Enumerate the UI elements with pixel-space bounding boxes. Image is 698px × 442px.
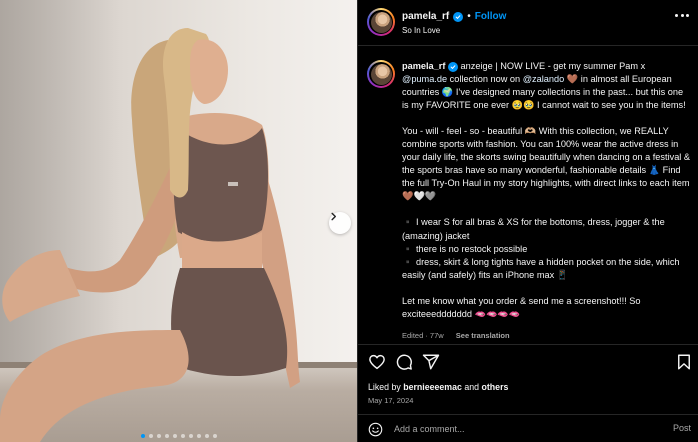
model-illustration	[0, 28, 300, 442]
caption-bullet-1: ▪️ I wear S for all bras & XS for the bo…	[402, 217, 665, 241]
post-sidebar: pamela_rf • Follow So In Love pamela_rf …	[357, 0, 698, 442]
post-header: pamela_rf • Follow So In Love	[358, 0, 698, 46]
post-date[interactable]: May 17, 2024	[368, 396, 413, 405]
carousel-dot	[148, 434, 153, 438]
carousel-dot	[180, 434, 185, 438]
post-photo	[0, 0, 357, 442]
carousel-dots	[0, 434, 357, 438]
carousel-dot	[188, 434, 193, 438]
carousel-dot	[164, 434, 169, 438]
avatar[interactable]	[370, 11, 392, 33]
caption-verified-icon	[447, 62, 458, 72]
post-comment-button[interactable]: Post	[673, 423, 691, 433]
caption-bullet-3: ▪️ dress, skirt & long tights have a hid…	[402, 256, 680, 280]
emoji-icon[interactable]	[368, 422, 383, 437]
verified-badge-icon	[453, 11, 464, 22]
save-bookmark-icon[interactable]	[675, 353, 693, 371]
carousel-dot	[156, 434, 161, 438]
caption-text: pamela_rf anzeige | NOW LIVE - get my su…	[402, 60, 692, 321]
caption-comment: pamela_rf anzeige | NOW LIVE - get my su…	[358, 60, 698, 344]
caption-paragraph-2: You - will - feel - so - beautiful 🫶🏼 Wi…	[402, 126, 691, 202]
liked-by-user-link[interactable]: bernieeeemac	[403, 382, 462, 392]
carousel-dot	[172, 434, 177, 438]
mention-zalando-link[interactable]: @zalando	[523, 74, 565, 84]
edited-timestamp: Edited · 77w	[402, 331, 444, 340]
carousel-dot	[212, 434, 217, 438]
share-icon[interactable]	[422, 353, 440, 371]
likes-line: Liked by bernieeeemac and others	[368, 382, 508, 392]
action-bar	[358, 344, 698, 380]
likes-and: and	[464, 382, 480, 392]
likes-prefix: Liked by	[368, 382, 401, 392]
add-comment-row: Post	[358, 414, 698, 442]
comment-meta: Edited · 77w See translation	[402, 331, 510, 340]
caption-avatar[interactable]	[370, 63, 392, 85]
add-comment-input[interactable]	[394, 421, 644, 437]
header-user-row: pamela_rf • Follow	[402, 11, 506, 22]
caption-bullet-2: ▪️ there is no restock possible	[402, 243, 528, 254]
mention-puma-link[interactable]: @puma.de	[402, 74, 447, 84]
follow-button[interactable]: Follow	[475, 11, 507, 22]
more-options-icon[interactable]	[675, 14, 689, 18]
caption-story-ring[interactable]	[367, 60, 395, 88]
post-location[interactable]: So In Love	[402, 26, 440, 35]
see-translation-link[interactable]: See translation	[456, 331, 510, 340]
chevron-right-icon	[331, 212, 337, 221]
comment-icon[interactable]	[395, 353, 413, 371]
likes-others-link[interactable]: others	[482, 382, 509, 392]
next-slide-button[interactable]	[329, 212, 351, 234]
caption-line1: anzeige | NOW LIVE - get my summer Pam x	[460, 61, 646, 71]
story-ring[interactable]	[367, 8, 395, 36]
caption-username[interactable]: pamela_rf	[402, 61, 445, 71]
heart-icon[interactable]	[368, 353, 386, 371]
caption-paragraph-4: Let me know what you order & send me a s…	[402, 295, 641, 319]
caption-line2: collection now on	[449, 74, 521, 85]
header-separator: •	[467, 11, 471, 22]
carousel-dot	[140, 434, 145, 438]
carousel-dot	[204, 434, 209, 438]
carousel-dot	[196, 434, 201, 438]
header-username[interactable]: pamela_rf	[402, 11, 449, 22]
